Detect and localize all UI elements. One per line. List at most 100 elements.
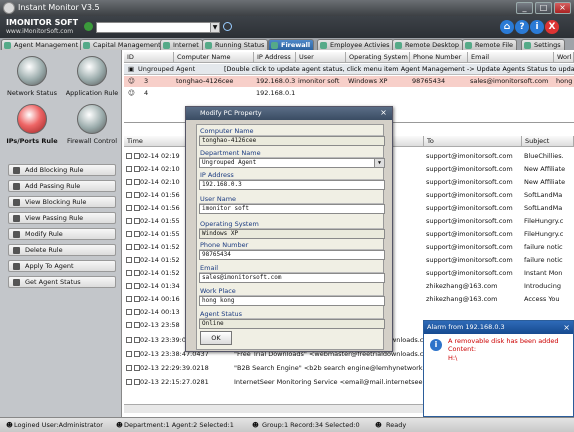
- property-form: Computer Name tonghao-4126cee Department…: [196, 124, 385, 350]
- work-place-field[interactable]: hong kong: [199, 296, 385, 306]
- brand-logo: IMONITOR SOFT www.iMonitorSoft.com: [6, 18, 78, 36]
- tab-remote-file[interactable]: Remote File: [462, 39, 518, 50]
- view-blocking-rule-button[interactable]: View Blocking Rule: [8, 196, 116, 208]
- search-combo[interactable]: ▼: [96, 22, 220, 33]
- maximize-button[interactable]: □: [535, 2, 552, 14]
- alarm-close-button[interactable]: ×: [563, 321, 570, 334]
- rule-icon: [13, 231, 20, 238]
- rule-icon: [13, 263, 20, 270]
- get-agent-status-button[interactable]: Get Agent Status: [8, 276, 116, 288]
- chevron-down-icon[interactable]: ▼: [210, 23, 219, 32]
- alarm-popup: Alarm from 192.168.0.3 × i A removable d…: [423, 320, 574, 417]
- alarm-path: H:\: [448, 354, 458, 362]
- tab-agent-management[interactable]: Agent Management: [1, 39, 83, 50]
- phone-number-field[interactable]: 98765434: [199, 250, 385, 260]
- rule-icon: [13, 199, 20, 206]
- search-icon[interactable]: [223, 22, 232, 31]
- agent-status-label: Agent Status: [199, 310, 383, 319]
- network-status-button[interactable]: Network Status: [4, 56, 60, 97]
- user-name-label: User Name: [199, 195, 383, 204]
- department-select[interactable]: Ungrouped Agent ▼: [199, 158, 385, 168]
- status-bar: ☻ Logined User:Administrator ☻ Departmen…: [0, 417, 574, 432]
- col-header-computer-name[interactable]: Computer Name: [174, 52, 254, 63]
- department-icon: ☻: [116, 421, 123, 429]
- col-header-operating-system[interactable]: Operating System: [346, 52, 410, 63]
- dialog-close-button[interactable]: ×: [378, 108, 389, 118]
- delete-rule-button[interactable]: Delete Rule: [8, 244, 116, 256]
- folder-icon: ▣: [128, 65, 135, 73]
- ip-address-field[interactable]: 192.168.0.3: [199, 180, 385, 190]
- info-icon[interactable]: i: [530, 20, 544, 34]
- firewall-control-button[interactable]: Firewall Control: [64, 104, 120, 145]
- operating-system-field: Windows XP: [199, 229, 385, 239]
- close-window-button[interactable]: ×: [554, 2, 571, 14]
- modify-pc-property-dialog: Modify PC Property × Computer Name tongh…: [185, 106, 393, 352]
- col-header-to[interactable]: To: [424, 136, 522, 147]
- agent-count-status: Department:1 Agent:2 Selected:1: [124, 421, 234, 429]
- rule-icon: [13, 279, 20, 286]
- modify-rule-button[interactable]: Modify Rule: [8, 228, 116, 240]
- col-header-id[interactable]: ID: [124, 52, 174, 63]
- dialog-title: Modify PC Property: [200, 109, 262, 117]
- logged-user-status: Logined User:Administrator: [14, 421, 103, 429]
- dialog-titlebar: Modify PC Property ×: [186, 107, 392, 120]
- tab-capital-management[interactable]: Capital Management: [80, 39, 165, 50]
- tab-firewall[interactable]: Firewall: [268, 39, 315, 50]
- minimize-button[interactable]: _: [516, 2, 533, 14]
- tab-remote-desktop[interactable]: Remote Desktop: [392, 39, 463, 50]
- ready-status: Ready: [386, 421, 407, 429]
- agent-row[interactable]: ☺ 4 192.168.0.1: [124, 88, 574, 99]
- brand-name: IMONITOR SOFT: [6, 18, 79, 27]
- alarm-titlebar: Alarm from 192.168.0.3 ×: [424, 321, 573, 334]
- info-icon: i: [430, 339, 442, 351]
- user-name-field[interactable]: imonitor soft: [199, 204, 385, 214]
- col-header-subject[interactable]: Subject: [522, 136, 574, 147]
- col-header-ip-address[interactable]: IP Address: [254, 52, 296, 63]
- home-icon[interactable]: ⌂: [500, 20, 514, 34]
- brand-url: www.iMonitorSoft.com: [6, 28, 74, 35]
- add-blocking-rule-button[interactable]: Add Blocking Rule: [8, 164, 116, 176]
- tab-running-status[interactable]: Running Status: [202, 39, 269, 50]
- agent-status-field: Online: [199, 319, 385, 329]
- rule-icon: [13, 183, 20, 190]
- group-note: [Double click to update agent status, cl…: [224, 65, 574, 73]
- email-field[interactable]: sales@imonitorsoft.com: [199, 273, 385, 283]
- agent-offline-icon: ☺: [128, 89, 135, 97]
- user-status-icon: ☻: [6, 421, 13, 429]
- application-rule-button[interactable]: Application Rule: [64, 56, 120, 97]
- tab-employee-activies[interactable]: Employee Activies: [317, 39, 394, 50]
- alarm-message: A removable disk has been added Content:: [448, 337, 559, 353]
- group-row[interactable]: ▣ Ungrouped Agent [Double click to updat…: [124, 64, 574, 75]
- ips-ports-rule-button[interactable]: IPs/Ports Rule: [4, 104, 60, 145]
- alarm-title: Alarm from 192.168.0.3: [427, 323, 505, 331]
- record-count-status: Group:1 Record:34 Selected:0: [262, 421, 360, 429]
- rule-icon: [13, 215, 20, 222]
- computer-name-field: tonghao-4126cee: [199, 136, 385, 146]
- computer-name-label: Computer Name: [199, 127, 383, 136]
- operating-system-label: Operating System: [199, 220, 383, 229]
- col-header-work[interactable]: Worl: [554, 52, 574, 63]
- tab-settings[interactable]: Settings: [521, 39, 565, 50]
- ready-icon: ☻: [375, 421, 382, 429]
- view-passing-rule-button[interactable]: View Passing Rule: [8, 212, 116, 224]
- chevron-down-icon[interactable]: ▼: [374, 159, 384, 167]
- ok-button[interactable]: OK: [200, 331, 232, 345]
- add-passing-rule-button[interactable]: Add Passing Rule: [8, 180, 116, 192]
- group-label: Ungrouped Agent: [138, 65, 196, 73]
- col-header-email[interactable]: Email: [468, 52, 554, 63]
- application-icon: [77, 56, 107, 86]
- apply-to-agent-button[interactable]: Apply To Agent: [8, 260, 116, 272]
- col-header-user[interactable]: User: [296, 52, 346, 63]
- app-icon: [3, 2, 15, 14]
- ports-icon: [17, 104, 47, 134]
- exit-icon[interactable]: X: [545, 20, 559, 34]
- agent-row[interactable]: ☺ 3 tonghao-4126cee 192.168.0.3 imonitor…: [124, 76, 574, 87]
- col-header-phone-number[interactable]: Phone Number: [410, 52, 468, 63]
- refresh-icon[interactable]: [84, 22, 93, 31]
- work-place-label: Work Place: [199, 287, 383, 296]
- department-name-label: Department Name: [199, 149, 383, 158]
- tab-internet[interactable]: Internet: [160, 39, 203, 50]
- horizontal-scrollbar[interactable]: [124, 404, 424, 413]
- help-icon[interactable]: ?: [515, 20, 529, 34]
- ip-address-label: IP Address: [199, 171, 383, 180]
